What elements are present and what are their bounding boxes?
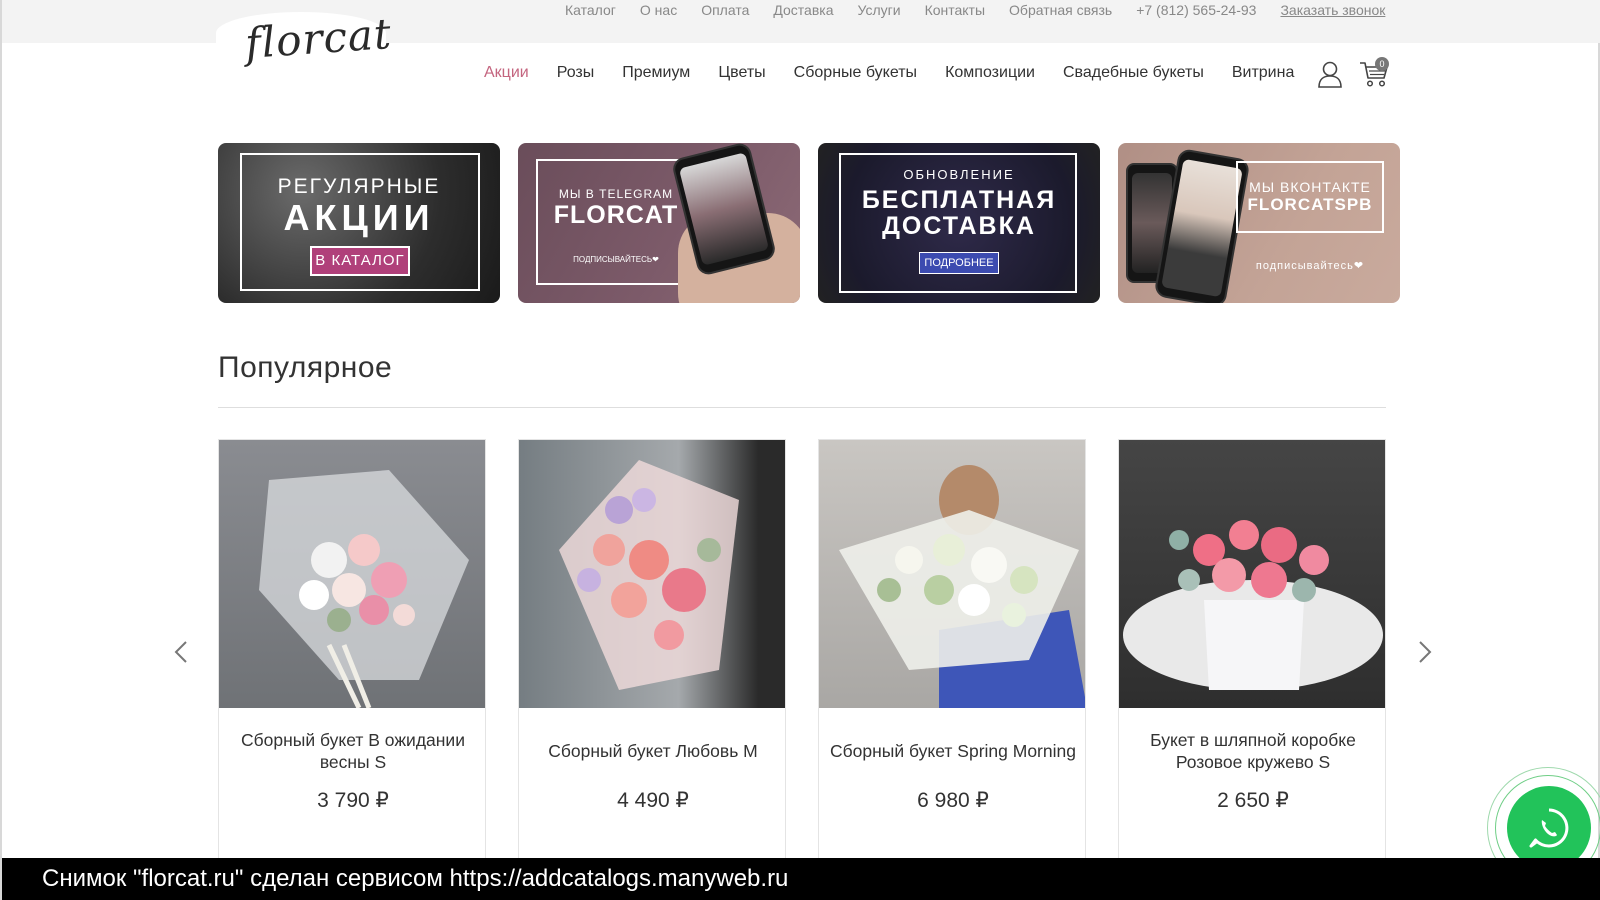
topnav-about[interactable]: О нас — [640, 2, 677, 18]
product-card[interactable]: Сборный букет В ожидании весны S 3 790 ₽ — [218, 439, 486, 859]
topnav-services[interactable]: Услуги — [858, 2, 901, 18]
site-logo[interactable]: florcat — [243, 9, 393, 68]
nav-item-promotions[interactable]: Акции — [484, 64, 529, 82]
banner-headline-line2: ДОСТАВКА — [882, 212, 1036, 240]
nav-item-mixed-bouquets[interactable]: Сборные букеты — [794, 64, 917, 82]
banner-headline: БЕСПЛАТНАЯ ДОСТАВКА — [818, 187, 1100, 239]
product-carousel: Сборный букет В ожидании весны S 3 790 ₽… — [218, 439, 1386, 859]
topnav-phone[interactable]: +7 (812) 565-24-93 — [1136, 2, 1256, 18]
nav-item-showcase[interactable]: Витрина — [1232, 64, 1295, 82]
promo-banners: РЕГУЛЯРНЫЕ АКЦИИ В КАТАЛОГ МЫ В TELEGRAM… — [218, 143, 1400, 303]
banner-headline: FLORCATSPB — [1247, 195, 1373, 214]
product-name[interactable]: Букет в шляпной коробке Розовое кружево … — [1129, 728, 1377, 774]
cart-count-badge: 0 — [1375, 57, 1389, 71]
product-price: 4 490 ₽ — [617, 789, 689, 812]
product-card[interactable]: Сборный букет Любовь M 4 490 ₽ — [518, 439, 786, 859]
whatsapp-icon — [1529, 808, 1569, 848]
product-price: 2 650 ₽ — [1217, 789, 1289, 812]
banner-regular-promotions[interactable]: РЕГУЛЯРНЫЕ АКЦИИ В КАТАЛОГ — [218, 143, 500, 303]
product-name[interactable]: Сборный букет В ожидании весны S — [229, 728, 477, 774]
top-nav: Каталог О нас Оплата Доставка Услуги Кон… — [565, 2, 1385, 18]
product-price: 6 980 ₽ — [917, 789, 989, 812]
banner-title: РЕГУЛЯРНЫЕ — [277, 175, 441, 198]
banner-subscribe-text: ПОДПИСЫВАЙТЕСЬ❤ — [573, 255, 659, 264]
nav-item-compositions[interactable]: Композиции — [945, 64, 1035, 82]
nav-item-flowers[interactable]: Цветы — [718, 64, 765, 82]
product-name[interactable]: Сборный букет Любовь M — [529, 728, 777, 774]
section-title: Популярное — [218, 351, 393, 384]
banner-headline-line1: БЕСПЛАТНАЯ — [861, 186, 1057, 214]
nav-item-premium[interactable]: Премиум — [622, 64, 690, 82]
banner-headline: FLORCAT — [553, 201, 679, 229]
product-image[interactable] — [519, 440, 785, 708]
screenshot-caption: Снимок "florcat.ru" сделан сервисом http… — [2, 858, 1600, 900]
callback-link[interactable]: Заказать звонок — [1280, 2, 1385, 18]
banner-vkontakte[interactable]: МЫ ВКОНТАКТЕ FLORCATSPB подписывайтесь❤ — [1118, 143, 1400, 303]
product-image[interactable] — [219, 440, 485, 708]
chevron-left-icon[interactable] — [173, 640, 189, 664]
section-divider — [218, 407, 1386, 408]
banner-title: ОБНОВЛЕНИЕ — [903, 167, 1015, 182]
topnav-catalog[interactable]: Каталог — [565, 2, 616, 18]
banner-free-delivery[interactable]: ОБНОВЛЕНИЕ БЕСПЛАТНАЯ ДОСТАВКА ПОДРОБНЕЕ — [818, 143, 1100, 303]
product-price: 3 790 ₽ — [317, 789, 389, 812]
product-name[interactable]: Сборный букет Spring Morning — [829, 728, 1077, 774]
topnav-delivery[interactable]: Доставка — [773, 2, 833, 18]
product-image[interactable] — [1119, 440, 1385, 708]
chevron-right-icon[interactable] — [1417, 640, 1433, 664]
banner-title: МЫ В TELEGRAM — [558, 187, 674, 201]
topnav-contacts[interactable]: Контакты — [925, 2, 985, 18]
banner-details-button[interactable]: ПОДРОБНЕЕ — [919, 252, 999, 274]
banner-headline: АКЦИИ — [283, 197, 435, 238]
nav-item-wedding-bouquets[interactable]: Свадебные букеты — [1063, 64, 1204, 82]
product-card[interactable]: Букет в шляпной коробке Розовое кружево … — [1118, 439, 1386, 859]
nav-item-roses[interactable]: Розы — [557, 64, 595, 82]
banner-subscribe-text: подписывайтесь❤ — [1255, 260, 1365, 272]
banner-telegram[interactable]: МЫ В TELEGRAM FLORCAT ПОДПИСЫВАЙТЕСЬ❤ — [518, 143, 800, 303]
main-nav: Акции Розы Премиум Цветы Сборные букеты … — [484, 64, 1322, 82]
product-card[interactable]: Сборный букет Spring Morning 6 980 ₽ — [818, 439, 1086, 859]
topnav-payment[interactable]: Оплата — [701, 2, 749, 18]
product-image[interactable] — [819, 440, 1085, 708]
user-icon[interactable] — [1317, 60, 1343, 88]
banner-catalog-button[interactable]: В КАТАЛОГ — [310, 246, 410, 276]
banner-title: МЫ ВКОНТАКТЕ — [1249, 179, 1371, 195]
topnav-feedback[interactable]: Обратная связь — [1009, 2, 1112, 18]
